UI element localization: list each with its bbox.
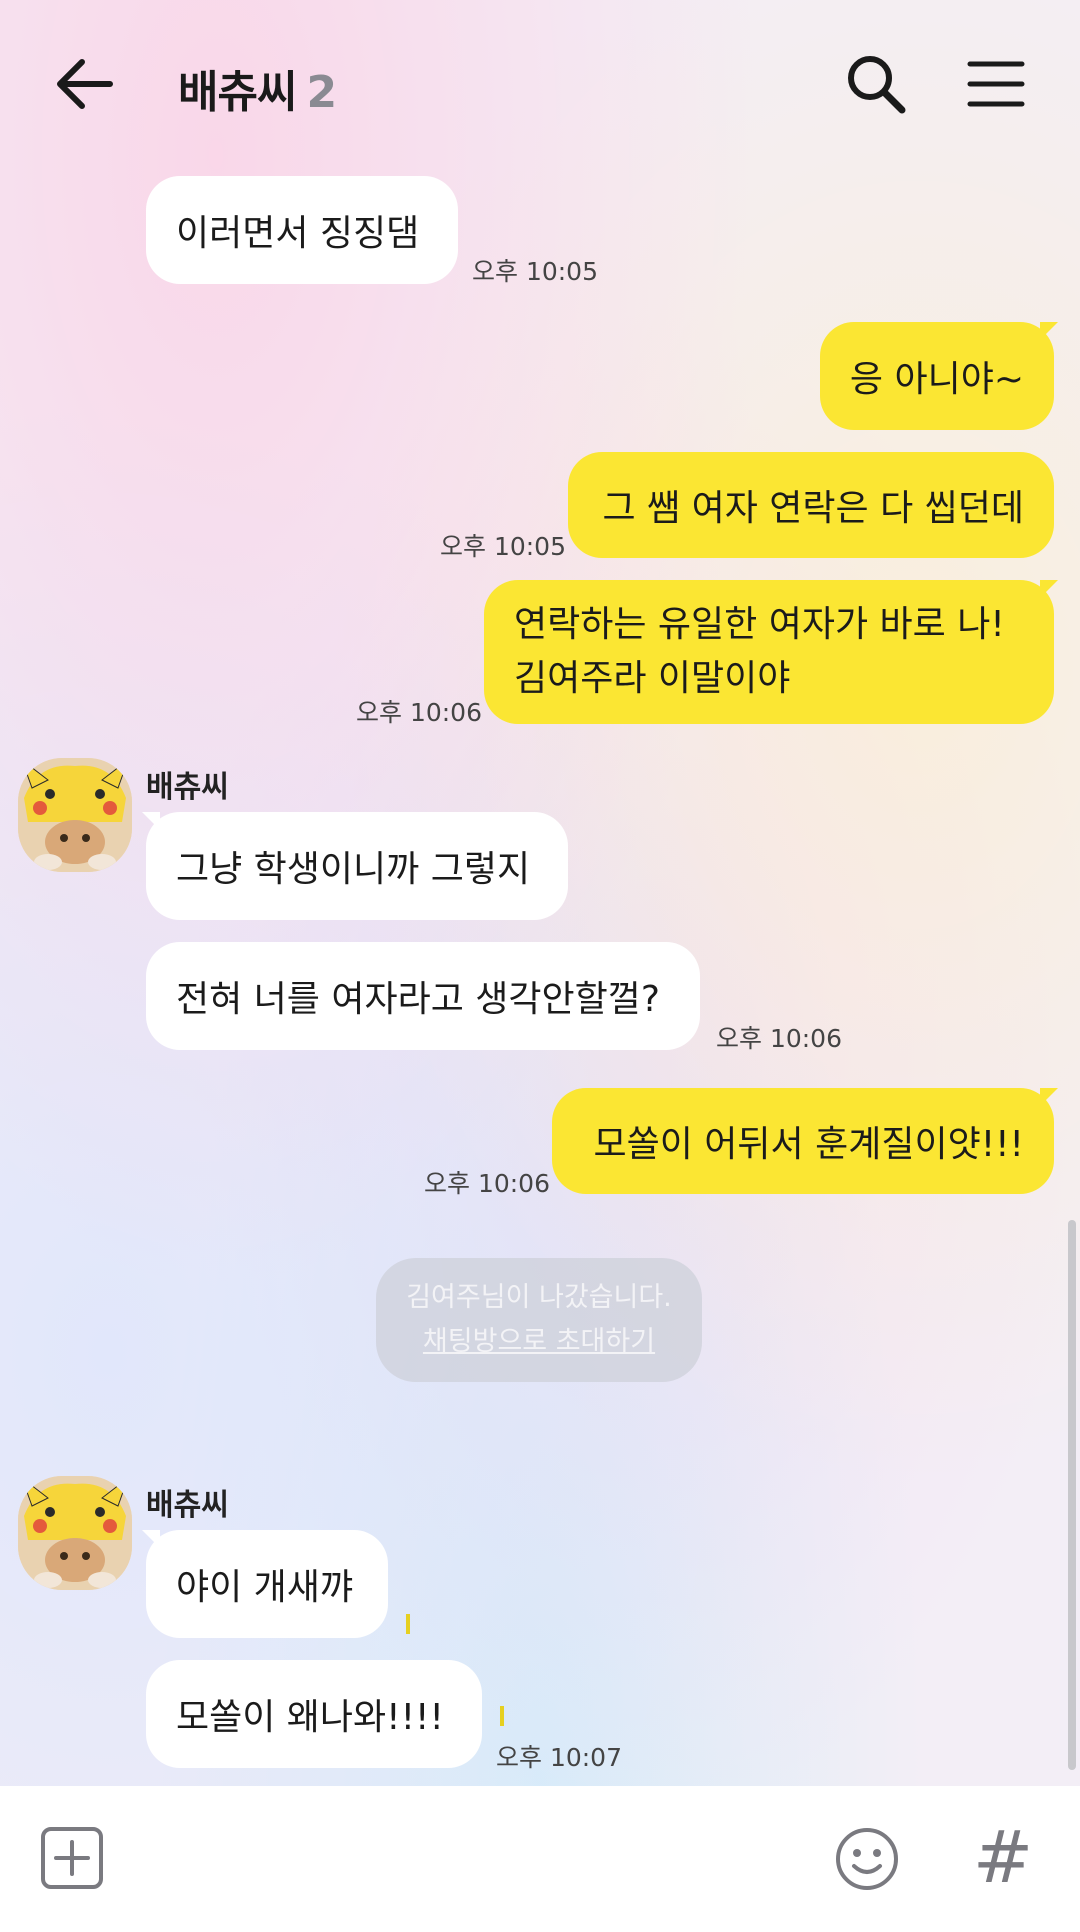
pikachu-cat-avatar-icon	[18, 758, 132, 872]
chat-header: 배츄씨 2	[0, 0, 1080, 170]
back-button[interactable]	[52, 50, 122, 120]
notice-text: 김여주님이 나갔습니다.	[406, 1282, 672, 1313]
message-text: 그 쌤 여자 연락은 다 씹던데	[602, 488, 1024, 529]
scrollbar[interactable]	[1068, 1220, 1076, 1770]
message-text: 이러면서 징징댐	[176, 213, 420, 254]
emoji-button[interactable]	[834, 1826, 900, 1892]
smiley-icon	[836, 1828, 898, 1890]
bubble-tail	[1040, 580, 1058, 598]
chat-title: 배츄씨 2	[178, 56, 337, 120]
message-text: 야이 개새꺄	[176, 1567, 354, 1608]
hashtag-button[interactable]: #	[968, 1821, 1038, 1893]
message-bubble-incoming[interactable]: 그냥 학생이니까 그렇지	[146, 812, 568, 920]
bubble-tail	[1040, 322, 1058, 340]
message-bubble-outgoing[interactable]: 응 아니야~	[820, 322, 1054, 430]
member-count: 2	[306, 67, 337, 118]
hamburger-menu-icon	[967, 61, 1025, 107]
message-bubble-outgoing[interactable]: 모쏠이 어뒤서 훈계질이얏!!!	[552, 1088, 1054, 1194]
bubble-tail	[1040, 1088, 1058, 1106]
message-timestamp: 오후 10:06	[716, 1024, 842, 1053]
unread-indicator	[406, 1614, 410, 1634]
message-text-line: 김여주라 이말이야	[514, 658, 791, 699]
message-text-line: 연락하는 유일한 여자가 바로 나!	[514, 604, 1005, 645]
search-icon	[848, 56, 906, 114]
left-chat-notice: 김여주님이 나갔습니다. 채팅방으로 초대하기	[376, 1258, 702, 1382]
message-bubble-incoming[interactable]: 전혀 너를 여자라고 생각안할껄?	[146, 942, 700, 1050]
avatar[interactable]	[18, 1476, 132, 1590]
sender-name: 배츄씨	[146, 1488, 229, 1523]
search-button[interactable]	[844, 52, 908, 116]
message-bubble-outgoing[interactable]: 그 쌤 여자 연락은 다 씹던데	[568, 452, 1054, 558]
chat-room-name: 배츄씨	[178, 67, 297, 118]
sender-name: 배츄씨	[146, 770, 229, 805]
invite-to-chat-link[interactable]: 채팅방으로 초대하기	[376, 1320, 702, 1364]
unread-indicator	[500, 1706, 504, 1726]
avatar[interactable]	[18, 758, 132, 872]
hashtag-icon: #	[972, 1815, 1034, 1899]
menu-button[interactable]	[966, 58, 1026, 110]
message-text: 그냥 학생이니까 그렇지	[176, 849, 531, 890]
message-text: 모쏠이 어뒤서 훈계질이얏!!!	[593, 1124, 1024, 1165]
pikachu-cat-avatar-icon	[18, 1476, 132, 1590]
message-input-bar	[0, 1786, 1080, 1932]
add-attachment-button[interactable]	[40, 1826, 104, 1890]
message-text: 전혀 너를 여자라고 생각안할껄?	[176, 979, 660, 1020]
arrow-left-icon	[57, 59, 113, 109]
message-text: 응 아니야~	[849, 359, 1024, 400]
message-timestamp: 오후 10:05	[472, 257, 598, 286]
message-bubble-outgoing[interactable]: 연락하는 유일한 여자가 바로 나! 김여주라 이말이야	[484, 580, 1054, 724]
message-timestamp: 오후 10:06	[356, 698, 482, 727]
message-timestamp: 오후 10:07	[496, 1743, 622, 1772]
message-bubble-incoming[interactable]: 이러면서 징징댐	[146, 176, 458, 284]
message-bubble-incoming[interactable]: 모쏠이 왜나와!!!!	[146, 1660, 482, 1768]
message-bubble-incoming[interactable]: 야이 개새꺄	[146, 1530, 388, 1638]
bubble-tail	[142, 812, 160, 830]
message-timestamp: 오후 10:06	[424, 1169, 550, 1198]
message-timestamp: 오후 10:05	[440, 532, 566, 561]
plus-square-icon	[41, 1827, 103, 1889]
bubble-tail	[142, 1530, 160, 1548]
message-text: 모쏠이 왜나와!!!!	[176, 1697, 444, 1738]
